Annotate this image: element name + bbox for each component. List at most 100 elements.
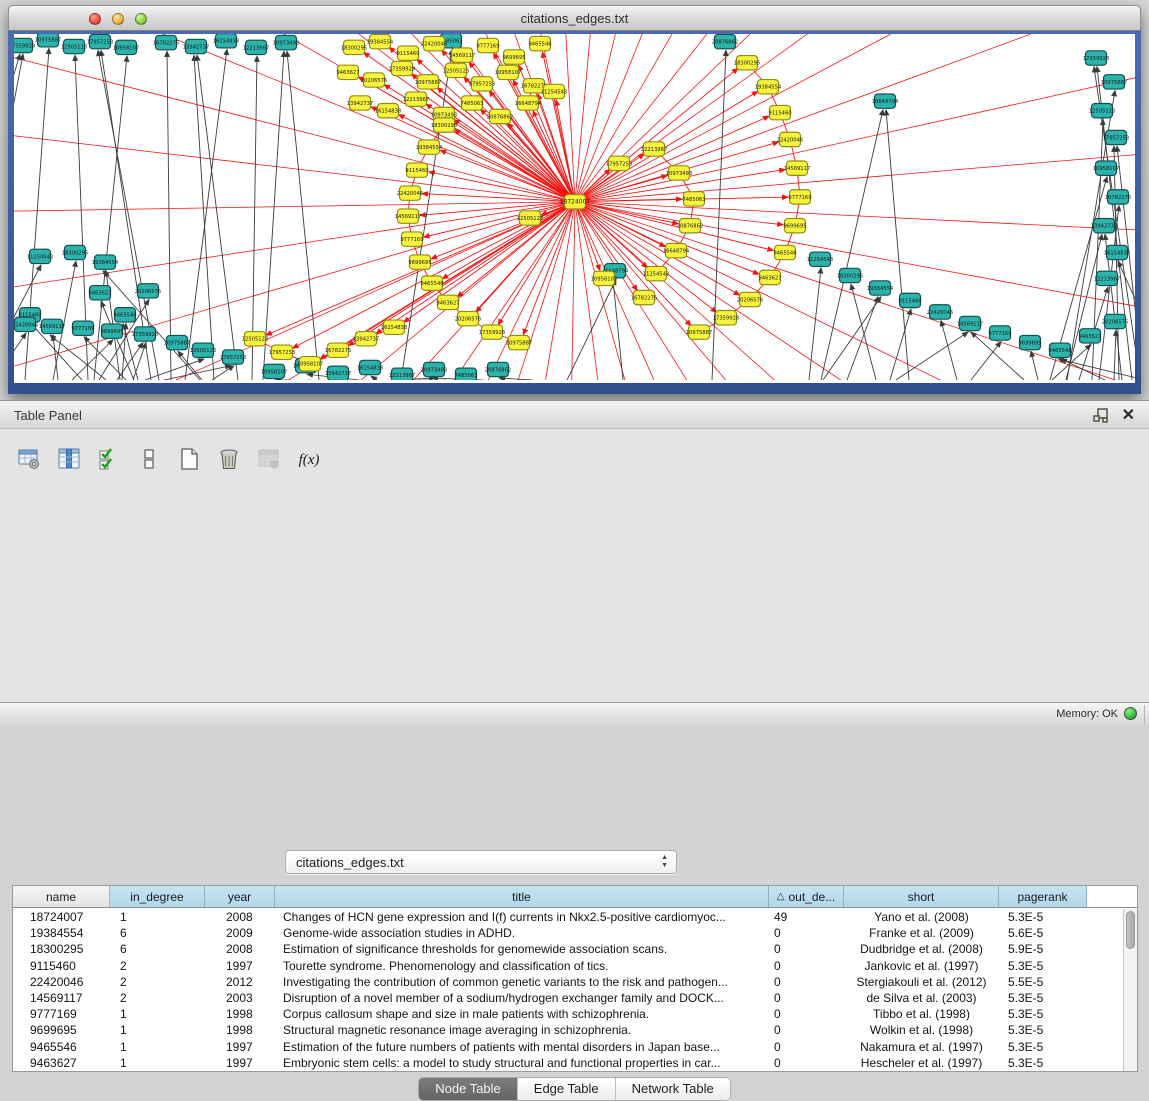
- graph-node[interactable]: 20876862: [485, 362, 511, 376]
- close-panel-icon[interactable]: ✕: [1122, 405, 1135, 425]
- graph-node[interactable]: 10973493: [273, 35, 299, 49]
- graph-node[interactable]: 9777169: [788, 190, 811, 204]
- graph-node[interactable]: 10975887: [35, 34, 61, 47]
- graph-node[interactable]: 9699695: [502, 50, 525, 64]
- column-header-name[interactable]: name: [13, 886, 110, 907]
- graph-node[interactable]: 10958107: [1093, 161, 1119, 175]
- table-options-button[interactable]: [14, 445, 44, 475]
- graph-node[interactable]: 9465546: [773, 245, 796, 259]
- graph-node[interactable]: 11254543: [541, 84, 567, 98]
- new-table-button[interactable]: [174, 445, 204, 475]
- graph-node[interactable]: 9463627: [336, 65, 359, 79]
- graph-node[interactable]: 17359928: [389, 61, 415, 75]
- table-row[interactable]: 969969511998Structural magnetic resonanc…: [13, 1022, 1123, 1038]
- graph-node[interactable]: 12213967: [243, 40, 269, 54]
- graph-node[interactable]: 17957253: [269, 345, 295, 359]
- graph-node[interactable]: 10958107: [261, 364, 287, 378]
- graph-node[interactable]: 19384554: [367, 34, 393, 48]
- graph-node[interactable]: 14569117: [957, 316, 983, 330]
- graph-node[interactable]: 9115460: [396, 46, 419, 60]
- select-columns-button[interactable]: [54, 445, 84, 475]
- table-row[interactable]: 1830029562008Estimation of significance …: [13, 941, 1123, 957]
- graph-node[interactable]: 19384554: [755, 80, 781, 94]
- graph-node[interactable]: 20206576: [135, 284, 161, 298]
- graph-node[interactable]: 7485063: [460, 96, 483, 110]
- graph-node[interactable]: 17957253: [220, 350, 246, 364]
- graph-node[interactable]: 22420046: [397, 186, 423, 200]
- graph-node[interactable]: 16154838: [381, 320, 407, 334]
- graph-node[interactable]: 13942737: [1091, 219, 1117, 233]
- graph-node[interactable]: 13942737: [347, 96, 373, 110]
- graph-node[interactable]: 10975887: [1101, 75, 1127, 89]
- graph-node[interactable]: 10958107: [591, 271, 617, 285]
- graph-node[interactable]: 7485063: [682, 192, 705, 206]
- scrollbar-thumb[interactable]: [1126, 911, 1135, 949]
- graph-node[interactable]: 10973493: [666, 166, 692, 180]
- graph-node[interactable]: 16782275: [631, 290, 657, 304]
- table-row[interactable]: 1456911722003Disruption of a novel membe…: [13, 990, 1123, 1006]
- graph-node[interactable]: 10973493: [421, 362, 447, 376]
- graph-node[interactable]: 9463627: [436, 295, 459, 309]
- graph-node[interactable]: 19384554: [416, 140, 442, 154]
- graph-node[interactable]: 9465546: [1048, 343, 1071, 357]
- tab-node-table[interactable]: Node Table: [419, 1078, 518, 1100]
- graph-node[interactable]: 17957253: [606, 156, 632, 170]
- graph-node[interactable]: 17359928: [14, 38, 35, 52]
- column-header-title[interactable]: title: [275, 886, 769, 907]
- column-header-out-de-[interactable]: △out_de...: [769, 886, 844, 907]
- graph-node[interactable]: 9699695: [1018, 335, 1041, 349]
- graph-node[interactable]: 17359928: [132, 327, 158, 341]
- graph-node[interactable]: 7485063: [454, 368, 477, 380]
- graph-node[interactable]: 13942737: [353, 332, 379, 346]
- deselect-all-button[interactable]: [134, 445, 164, 475]
- graph-node[interactable]: 16782275: [325, 343, 351, 357]
- graph-node[interactable]: 18300295: [341, 40, 367, 54]
- column-header-in-degree[interactable]: in_degree: [110, 886, 205, 907]
- graph-node[interactable]: 17957253: [87, 34, 113, 48]
- column-header-year[interactable]: year: [205, 886, 275, 907]
- graph-node[interactable]: 22420046: [14, 317, 38, 331]
- select-all-button[interactable]: [94, 445, 124, 475]
- graph-node[interactable]: 12505123: [1089, 103, 1115, 117]
- graph-node[interactable]: 18300295: [62, 245, 88, 259]
- graph-node[interactable]: 12505123: [443, 63, 469, 77]
- graph-node[interactable]: 17359928: [713, 311, 739, 325]
- graph-node[interactable]: 20206576: [737, 292, 763, 306]
- graph-node[interactable]: 9465546: [420, 276, 443, 290]
- graph-node[interactable]: 20876862: [712, 34, 738, 48]
- graph-node[interactable]: 9777169: [476, 38, 499, 52]
- graph-node[interactable]: 9465546: [113, 308, 136, 322]
- graph-node[interactable]: 9699695: [783, 219, 806, 233]
- graph-node[interactable]: 17957253: [469, 77, 495, 91]
- graph-node[interactable]: 17359928: [1083, 51, 1109, 65]
- graph-node[interactable]: 9699695: [100, 324, 123, 338]
- graph-node[interactable]: 9463627: [1078, 329, 1101, 343]
- graph-node[interactable]: 14569117: [449, 48, 475, 62]
- graph-node[interactable]: 9115460: [768, 105, 791, 119]
- graph-node[interactable]: 16782275: [1105, 190, 1131, 204]
- table-row[interactable]: 1872400712008Changes of HCN gene express…: [13, 909, 1123, 925]
- graph-node[interactable]: 14569117: [39, 319, 65, 333]
- graph-node[interactable]: 17359928: [479, 325, 505, 339]
- graph-node[interactable]: 19384554: [92, 255, 118, 269]
- table-row[interactable]: 946362711997Embryonic stem cells: a mode…: [13, 1055, 1123, 1071]
- network-window-titlebar[interactable]: citations_edges.txt: [8, 5, 1141, 31]
- function-builder-button[interactable]: f(x): [294, 445, 324, 475]
- graph-node[interactable]: 20206576: [361, 73, 387, 87]
- graph-node[interactable]: 12505123: [190, 343, 216, 357]
- graph-node[interactable]: 16154838: [357, 360, 383, 374]
- network-canvas[interactable]: 1735992810975887125051231795725310958107…: [14, 34, 1135, 383]
- graph-node[interactable]: 12505123: [61, 39, 87, 53]
- graph-node[interactable]: 9115460: [405, 163, 428, 177]
- graph-node[interactable]: 10975887: [506, 335, 532, 349]
- graph-node[interactable]: 12213967: [389, 368, 415, 380]
- graph-node[interactable]: 20206576: [1102, 314, 1128, 328]
- graph-node[interactable]: 19384554: [867, 281, 893, 295]
- graph-node[interactable]: 22420046: [927, 305, 953, 319]
- graph-node[interactable]: 10975887: [686, 325, 712, 339]
- graph-node[interactable]: 16648794: [872, 94, 898, 108]
- graph-node[interactable]: 10975887: [164, 335, 190, 349]
- graph-node[interactable]: 14569117: [784, 161, 810, 175]
- graph-node[interactable]: 13942737: [325, 366, 351, 380]
- graph-node[interactable]: 16154838: [375, 103, 401, 117]
